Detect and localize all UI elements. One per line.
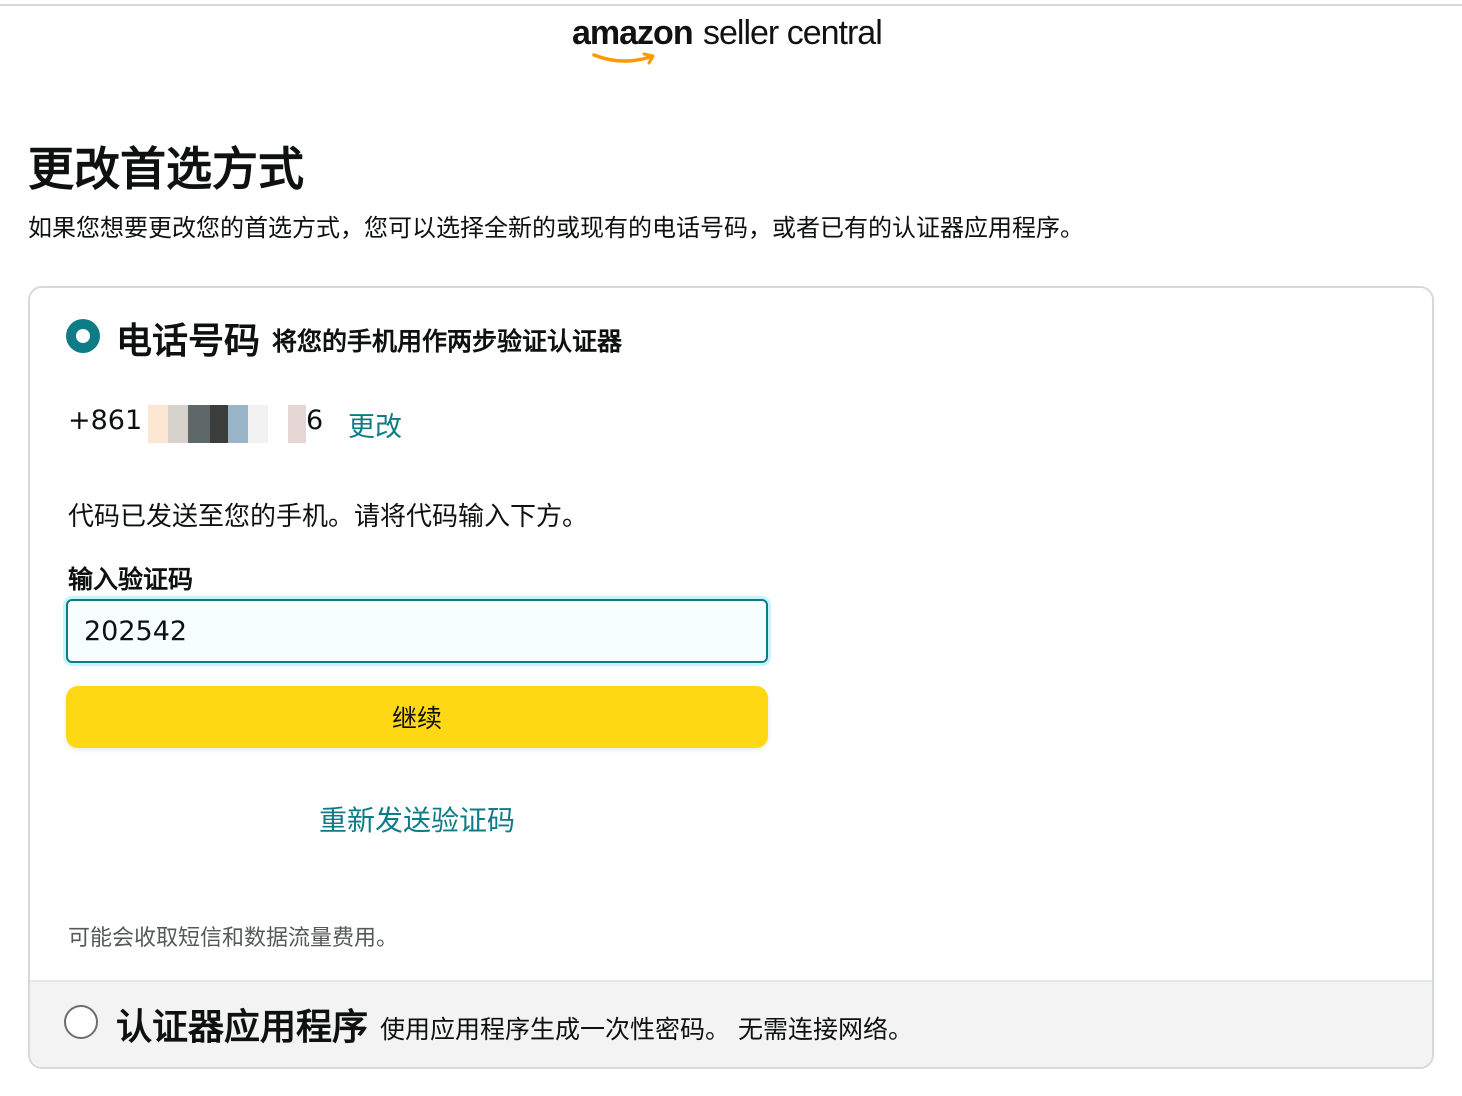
page-title: 更改首选方式 <box>28 142 304 196</box>
amazon-seller-central-logo[interactable]: amazon seller central <box>572 12 902 68</box>
authenticator-option-panel[interactable]: 认证器应用程序 使用应用程序生成一次性密码。 无需连接网络。 <box>30 980 1432 1067</box>
phone-number-suffix: 6 <box>306 405 324 436</box>
change-phone-link[interactable]: 更改 <box>348 405 402 444</box>
phone-option-title: 电话号码 <box>116 321 261 362</box>
phone-radio-button[interactable] <box>66 319 100 353</box>
phone-option-panel: 电话号码 将您的手机用作两步验证认证器 +861 6 更改 代码已发送至您的手机… <box>30 288 1432 980</box>
code-input-label: 输入验证码 <box>68 565 194 594</box>
amazon-smile-icon <box>592 52 655 65</box>
resend-code-link[interactable]: 重新发送验证码 <box>66 799 768 839</box>
phone-option-subtitle: 将您的手机用作两步验证认证器 <box>272 327 623 356</box>
authenticator-radio-button[interactable] <box>64 1005 98 1039</box>
sms-fee-note: 可能会收取短信和数据流量费用。 <box>68 926 399 951</box>
verification-code-input[interactable] <box>66 599 768 663</box>
redacted-phone-digits <box>148 405 306 443</box>
top-divider <box>0 4 1462 6</box>
method-options-card: 电话号码 将您的手机用作两步验证认证器 +861 6 更改 代码已发送至您的手机… <box>28 286 1434 1069</box>
authenticator-option-title: 认证器应用程序 <box>116 1007 369 1048</box>
continue-button[interactable]: 继续 <box>66 686 768 748</box>
page-description: 如果您想要更改您的首选方式，您可以选择全新的或现有的电话号码，或者已有的认证器应… <box>28 214 1084 242</box>
authenticator-option-subtitle: 使用应用程序生成一次性密码。 无需连接网络。 <box>380 1015 913 1044</box>
logo-seller-central-text: seller central <box>703 14 883 52</box>
code-sent-message: 代码已发送至您的手机。请将代码输入下方。 <box>68 502 589 532</box>
logo-amazon-text: amazon <box>572 14 694 52</box>
phone-number-prefix: +861 <box>68 405 143 436</box>
